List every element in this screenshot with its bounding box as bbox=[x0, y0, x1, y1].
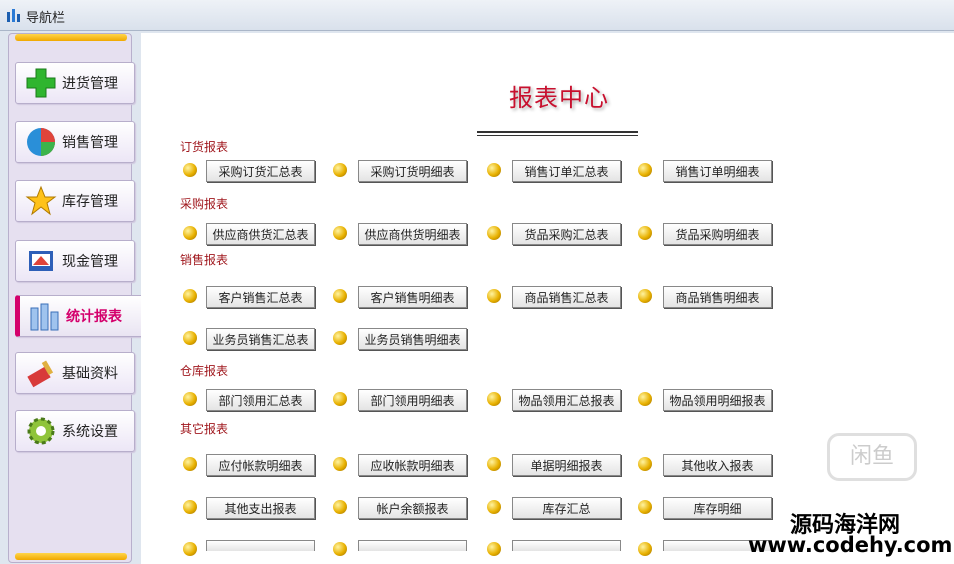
report-button[interactable]: 物品领用明细报表 bbox=[663, 389, 772, 411]
sidebar-item-label: 库存管理 bbox=[62, 194, 118, 210]
section-other-reports: 其它报表 bbox=[180, 422, 229, 436]
bullet-icon bbox=[183, 500, 197, 514]
bullet-icon bbox=[487, 500, 501, 514]
report-button[interactable]: 应付帐款明细表 bbox=[206, 454, 315, 476]
gear-icon bbox=[24, 414, 58, 448]
bullet-icon bbox=[333, 331, 347, 345]
watermark-logo: 闲鱼 bbox=[827, 433, 917, 481]
bullet-icon bbox=[487, 457, 501, 471]
title-underline bbox=[477, 135, 638, 136]
plus-icon bbox=[24, 66, 58, 100]
report-button[interactable]: 库存汇总 bbox=[512, 497, 621, 519]
sidebar-bottom-edge bbox=[15, 553, 127, 560]
bullet-icon bbox=[333, 542, 347, 556]
report-button[interactable]: 其他支出报表 bbox=[206, 497, 315, 519]
report-button-cutoff[interactable] bbox=[358, 540, 467, 551]
bullet-icon bbox=[333, 500, 347, 514]
sidebar-item-label: 统计报表 bbox=[66, 309, 122, 325]
report-button-cutoff[interactable] bbox=[512, 540, 621, 551]
bar-chart-icon bbox=[7, 9, 20, 22]
bullet-icon bbox=[183, 392, 197, 406]
report-button[interactable]: 销售订单汇总表 bbox=[512, 160, 621, 182]
bullet-icon bbox=[487, 163, 501, 177]
report-button[interactable]: 商品销售汇总表 bbox=[512, 286, 621, 308]
bullet-icon bbox=[487, 542, 501, 556]
sidebar-item-label: 销售管理 bbox=[62, 135, 118, 151]
bullet-icon bbox=[183, 457, 197, 471]
sidebar-item-label: 基础资料 bbox=[62, 366, 118, 382]
report-button[interactable]: 物品领用汇总报表 bbox=[512, 389, 621, 411]
sidebar-item-purchase[interactable]: 进货管理 bbox=[15, 62, 135, 104]
sidebar-item-settings[interactable]: 系统设置 bbox=[15, 410, 135, 452]
report-button[interactable]: 供应商供货明细表 bbox=[358, 223, 467, 245]
report-button[interactable]: 部门领用明细表 bbox=[358, 389, 467, 411]
report-button[interactable]: 单据明细报表 bbox=[512, 454, 621, 476]
bullet-icon bbox=[638, 500, 652, 514]
section-sales-reports: 销售报表 bbox=[180, 253, 229, 267]
bullet-icon bbox=[638, 226, 652, 240]
report-button[interactable]: 应收帐款明细表 bbox=[358, 454, 467, 476]
cash-register-icon bbox=[24, 244, 58, 278]
report-button[interactable]: 商品销售明细表 bbox=[663, 286, 772, 308]
bullet-icon bbox=[487, 226, 501, 240]
report-button[interactable]: 部门领用汇总表 bbox=[206, 389, 315, 411]
sidebar: 进货管理 销售管理 库存管理 现金管理 统计报表 基础资料 系统设置 bbox=[8, 33, 149, 563]
bullet-icon bbox=[333, 163, 347, 177]
bar-chart-icon bbox=[28, 299, 62, 333]
brush-icon bbox=[24, 356, 58, 390]
report-button[interactable]: 库存明细 bbox=[663, 497, 772, 519]
bullet-icon bbox=[183, 289, 197, 303]
report-button[interactable]: 客户销售明细表 bbox=[358, 286, 467, 308]
sidebar-item-label: 现金管理 bbox=[62, 254, 118, 270]
watermark-site-url: www.codehy.com bbox=[748, 533, 953, 557]
sidebar-item-reports[interactable]: 统计报表 bbox=[15, 295, 149, 337]
report-button[interactable]: 采购订货汇总表 bbox=[206, 160, 315, 182]
sidebar-item-label: 系统设置 bbox=[62, 424, 118, 440]
section-warehouse-reports: 仓库报表 bbox=[180, 364, 229, 378]
sidebar-item-basic-data[interactable]: 基础资料 bbox=[15, 352, 135, 394]
title-underline bbox=[477, 131, 638, 133]
report-center-panel: 报表中心 订货报表 采购订货汇总表 采购订货明细表 销售订单汇总表 销售订单明细… bbox=[141, 33, 954, 564]
bullet-icon bbox=[333, 289, 347, 303]
report-button[interactable]: 业务员销售汇总表 bbox=[206, 328, 315, 350]
window-title: 导航栏 bbox=[26, 11, 66, 26]
section-purchase-reports: 采购报表 bbox=[180, 197, 229, 211]
bullet-icon bbox=[183, 163, 197, 177]
report-button[interactable]: 供应商供货汇总表 bbox=[206, 223, 315, 245]
report-button[interactable]: 业务员销售明细表 bbox=[358, 328, 467, 350]
report-button[interactable]: 货品采购明细表 bbox=[663, 223, 772, 245]
globe-icon bbox=[24, 125, 58, 159]
page-title: 报表中心 bbox=[509, 84, 609, 112]
section-order-reports: 订货报表 bbox=[180, 140, 229, 154]
bullet-icon bbox=[333, 392, 347, 406]
report-button[interactable]: 采购订货明细表 bbox=[358, 160, 467, 182]
star-icon bbox=[24, 184, 58, 218]
sidebar-item-label: 进货管理 bbox=[62, 76, 118, 92]
sidebar-item-inventory[interactable]: 库存管理 bbox=[15, 180, 135, 222]
bullet-icon bbox=[638, 542, 652, 556]
bullet-icon bbox=[333, 226, 347, 240]
bullet-icon bbox=[183, 542, 197, 556]
report-button[interactable]: 其他收入报表 bbox=[663, 454, 772, 476]
report-button-cutoff[interactable] bbox=[206, 540, 315, 551]
window-titlebar: 导航栏 bbox=[0, 0, 954, 31]
bullet-icon bbox=[183, 226, 197, 240]
bullet-icon bbox=[638, 289, 652, 303]
bullet-icon bbox=[638, 163, 652, 177]
bullet-icon bbox=[638, 457, 652, 471]
report-button[interactable]: 销售订单明细表 bbox=[663, 160, 772, 182]
report-button[interactable]: 货品采购汇总表 bbox=[512, 223, 621, 245]
bullet-icon bbox=[333, 457, 347, 471]
bullet-icon bbox=[638, 392, 652, 406]
bullet-icon bbox=[487, 289, 501, 303]
report-button[interactable]: 客户销售汇总表 bbox=[206, 286, 315, 308]
bullet-icon bbox=[487, 392, 501, 406]
report-button[interactable]: 帐户余额报表 bbox=[358, 497, 467, 519]
bullet-icon bbox=[183, 331, 197, 345]
sidebar-top-edge bbox=[15, 34, 127, 41]
sidebar-item-sales[interactable]: 销售管理 bbox=[15, 121, 135, 163]
sidebar-item-cash[interactable]: 现金管理 bbox=[15, 240, 135, 282]
